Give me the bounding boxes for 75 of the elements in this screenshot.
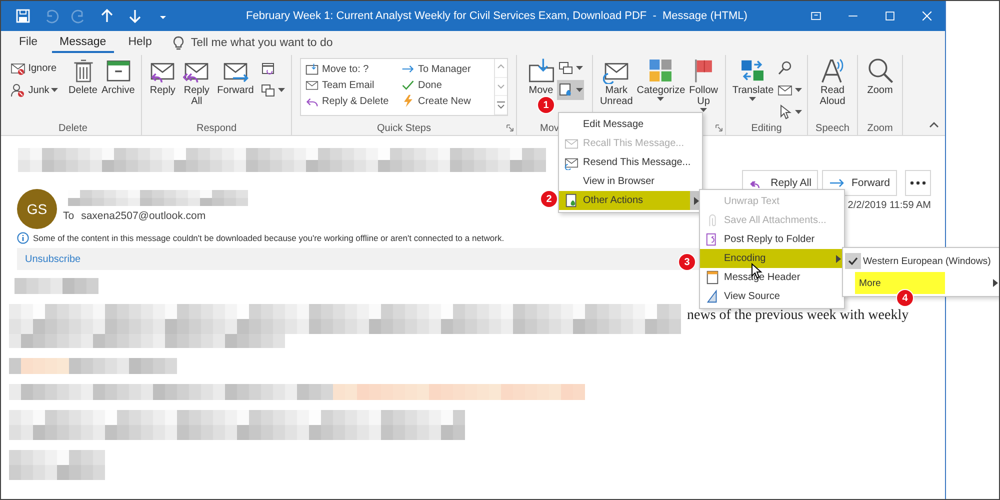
group-label: Delete bbox=[58, 122, 88, 134]
ribbon-display-icon[interactable] bbox=[808, 9, 822, 23]
more-icon[interactable] bbox=[910, 181, 926, 185]
collapse-icon[interactable] bbox=[929, 121, 939, 128]
ribbon-button[interactable]: Reply All bbox=[181, 56, 212, 114]
ribbon-button[interactable]: Translate bbox=[730, 56, 776, 103]
dialog-launcher-icon[interactable] bbox=[715, 124, 723, 132]
save-icon[interactable] bbox=[15, 8, 31, 24]
group-label: Zoom bbox=[867, 122, 893, 134]
ribbon-button[interactable]: Archive bbox=[99, 56, 137, 103]
lightning-icon bbox=[401, 94, 415, 108]
quick-step[interactable]: Done bbox=[399, 77, 492, 93]
ribbon-tab[interactable]: Message bbox=[52, 33, 114, 53]
ribbon-button[interactable]: Categorize bbox=[634, 56, 688, 103]
avatar: GS bbox=[17, 189, 57, 229]
ribbon-tab[interactable]: Help bbox=[120, 33, 160, 53]
info-icon bbox=[17, 232, 29, 244]
ribbon-button[interactable]: Mark Unread bbox=[598, 56, 635, 108]
info-message: Some of the content in this message couldn't be downloaded because you're working offline or aren't connected to a network. bbox=[33, 233, 504, 243]
message-action-button[interactable]: Forward bbox=[822, 170, 897, 196]
zoom-icon bbox=[866, 57, 894, 84]
ribbon-button[interactable]: Delete bbox=[66, 56, 100, 103]
menu-item[interactable]: View Source bbox=[700, 287, 844, 306]
ribbon-tab[interactable]: File bbox=[11, 33, 46, 53]
search-field[interactable]: Tell me what you want to do bbox=[190, 37, 391, 49]
ribbon-button[interactable]: Ignore bbox=[9, 58, 67, 78]
ribbon-button[interactable]: Junk bbox=[9, 80, 67, 100]
quick-step[interactable]: Move to: ? bbox=[303, 61, 399, 77]
document-drop-icon bbox=[558, 82, 574, 98]
ribbon-button[interactable] bbox=[556, 80, 584, 100]
expand-gallery-icon[interactable] bbox=[496, 100, 506, 110]
forward-icon bbox=[829, 177, 846, 189]
up-arrow-icon[interactable] bbox=[99, 8, 115, 24]
menu-item[interactable]: Edit Message bbox=[559, 115, 702, 134]
stacked-windows-icon bbox=[260, 82, 276, 98]
envelope-icon bbox=[305, 78, 319, 92]
down-arrow-icon[interactable] bbox=[127, 8, 143, 24]
ribbon-button[interactable]: Follow Up bbox=[687, 56, 720, 114]
group-label: Quick Steps bbox=[377, 122, 431, 134]
quick-step[interactable]: Team Email bbox=[303, 77, 399, 93]
check-icon bbox=[401, 78, 415, 92]
quick-step[interactable]: To Manager bbox=[399, 61, 492, 77]
group-label: Respond bbox=[196, 122, 237, 134]
menu-item[interactable]: Post Reply to Folder bbox=[700, 230, 844, 249]
group-label: Speech bbox=[816, 122, 850, 134]
ribbon-button[interactable]: Read Aloud bbox=[817, 56, 848, 114]
stacked-windows-icon bbox=[558, 60, 574, 76]
unsubscribe-link[interactable]: Unsubscribe bbox=[25, 254, 81, 264]
menu-item[interactable]: Western European (Windows) bbox=[843, 250, 999, 272]
person-blocked-icon bbox=[10, 82, 26, 98]
message-date: 2/2/2019 11:59 AM bbox=[848, 200, 931, 211]
dialog-launcher-icon[interactable] bbox=[506, 124, 514, 132]
maximize-icon[interactable] bbox=[882, 9, 896, 23]
group-label: Editing bbox=[751, 123, 782, 134]
search-icon bbox=[776, 60, 793, 76]
ribbon-button[interactable]: Zoom bbox=[864, 56, 896, 103]
speaker-waves-icon bbox=[819, 57, 846, 84]
window-title: February Week 1: Current Analyst Weekly for Civil Services Exam, Download PDF - Message (HTML) bbox=[246, 10, 748, 22]
ribbon-button[interactable]: Move bbox=[526, 56, 556, 97]
quick-step[interactable]: Create New bbox=[399, 93, 492, 109]
ribbon-button[interactable]: Reply bbox=[147, 56, 178, 103]
body-text: news of the previous week with weekly bbox=[687, 308, 909, 324]
lightbulb-icon bbox=[172, 36, 185, 50]
menu-item[interactable]: View in Browser bbox=[559, 172, 702, 191]
to-label: To bbox=[63, 210, 74, 222]
quick-step[interactable]: Reply & Delete bbox=[303, 93, 399, 109]
ribbon-button[interactable]: Forward bbox=[215, 56, 256, 103]
menu-item[interactable]: Encoding bbox=[700, 249, 844, 268]
group-label: Mov bbox=[540, 122, 559, 134]
menu-item[interactable]: Other Actions bbox=[559, 191, 702, 210]
colored-squares-icon bbox=[647, 57, 674, 84]
menu-item[interactable]: Resend This Message... bbox=[559, 153, 702, 172]
close-icon[interactable] bbox=[920, 9, 934, 23]
calendar-icon bbox=[260, 60, 276, 76]
recipient-address: saxena2507@outlook.com bbox=[81, 210, 206, 222]
